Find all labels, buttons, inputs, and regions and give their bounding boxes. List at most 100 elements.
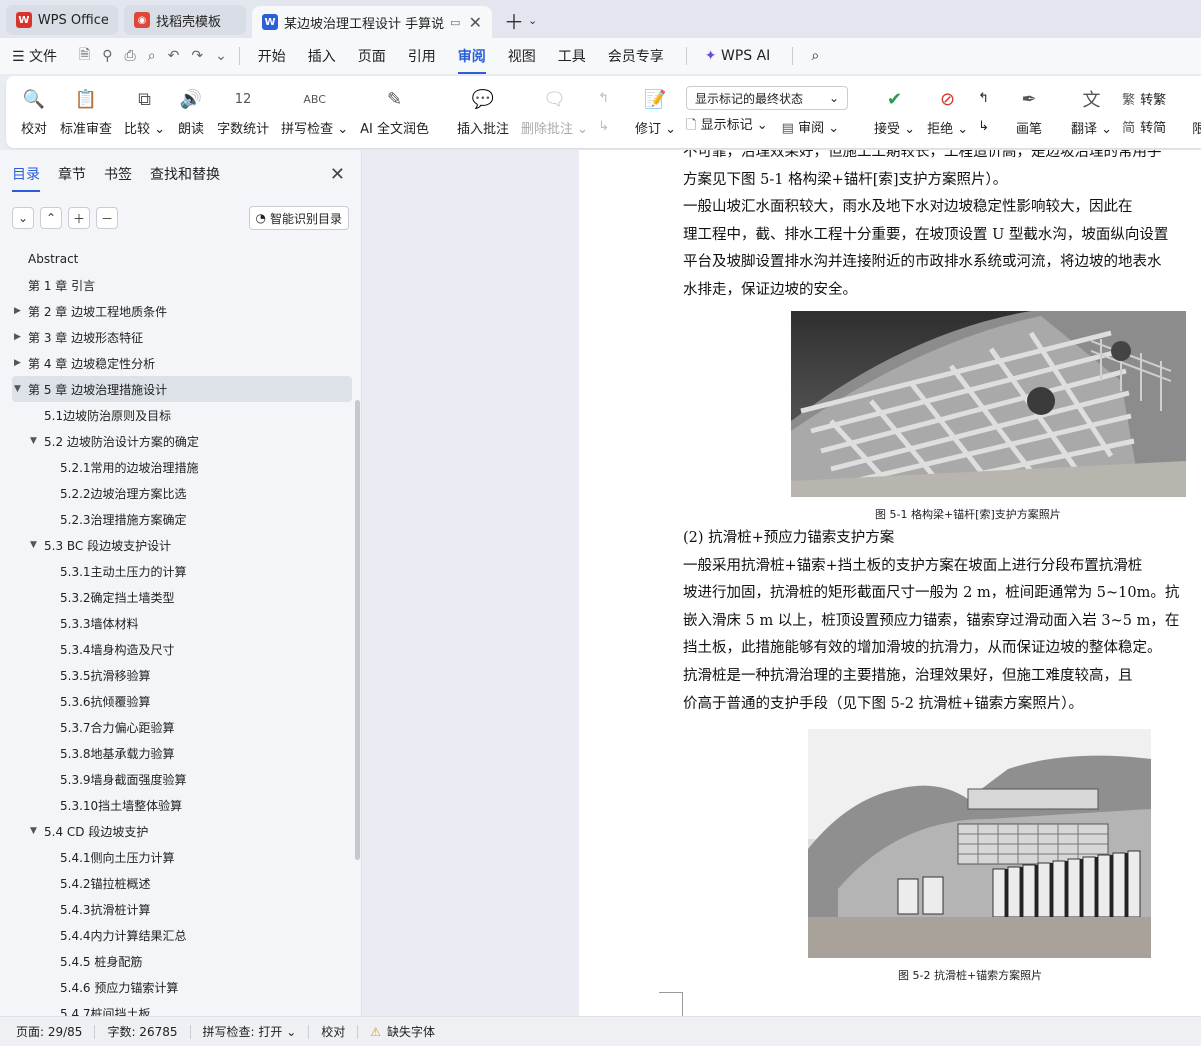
- figure-5-1-photo[interactable]: [791, 311, 1186, 497]
- word-count-indicator[interactable]: 字数: 26785: [107, 1023, 177, 1040]
- toc-item[interactable]: 5.2.1常用的边坡治理措施: [12, 454, 352, 480]
- ai-polish-button[interactable]: ✎ AI 全文润色: [354, 80, 435, 144]
- menu-reference[interactable]: 引用: [408, 46, 436, 66]
- word-count-button[interactable]: 12 字数统计: [211, 80, 275, 144]
- collapsed-arrow-icon[interactable]: ▶: [14, 332, 26, 342]
- new-tab-button[interactable]: ＋ ⌄: [498, 5, 543, 35]
- read-aloud-button[interactable]: 🔊 朗读: [171, 80, 211, 144]
- reject-button[interactable]: ⊘ 拒绝 ⌄: [921, 80, 974, 144]
- pen-button[interactable]: ✒ 画笔: [1009, 80, 1049, 144]
- toc-item[interactable]: 5.1边坡防治原则及目标: [12, 402, 352, 428]
- tab-document[interactable]: W 某边坡治理工程设计 手算说明 ▭ ✕: [252, 6, 492, 38]
- toc-item[interactable]: 5.3.9墙身截面强度验算: [12, 766, 352, 792]
- toc-item[interactable]: 5.4.6 预应力锚索计算: [12, 974, 352, 1000]
- toc-item[interactable]: 5.2.3治理措施方案确定: [12, 506, 352, 532]
- expanded-arrow-icon[interactable]: ▼: [30, 826, 42, 836]
- toc-item[interactable]: 5.3.5抗滑移验算: [12, 662, 352, 688]
- review-pane-button[interactable]: ▤ 审阅 ⌄: [782, 117, 839, 136]
- missing-font-indicator[interactable]: ⚠ 缺失字体: [370, 1023, 435, 1040]
- tab-wps-office[interactable]: W WPS Office: [6, 5, 118, 35]
- revise-button[interactable]: 📝 修订 ⌄: [629, 80, 682, 144]
- menu-review[interactable]: 审阅: [457, 46, 486, 74]
- toc-item[interactable]: 5.4.7桩间挡土板: [12, 1000, 352, 1017]
- redo-icon[interactable]: ↷: [191, 48, 203, 64]
- toc-item[interactable]: 5.4.1侧向土压力计算: [12, 844, 352, 870]
- translate-button[interactable]: 文翻译 ⌄: [1065, 80, 1118, 144]
- toc-item[interactable]: ▼ 5.2 边坡防治设计方案的确定: [12, 428, 352, 454]
- toc-item[interactable]: ▶ 第 2 章 边坡工程地质条件: [12, 298, 352, 324]
- add-heading-icon[interactable]: ＋: [68, 207, 90, 229]
- menu-member[interactable]: 会员专享: [608, 46, 664, 66]
- expanded-arrow-icon[interactable]: ▼: [30, 540, 42, 550]
- toc-item[interactable]: 5.3.7合力偏心距验算: [12, 714, 352, 740]
- print-preview-icon[interactable]: ⌕: [148, 48, 156, 64]
- next-comment-icon[interactable]: ↳: [598, 119, 609, 134]
- file-menu[interactable]: ☰ 文件: [12, 46, 57, 66]
- toc-item[interactable]: 5.3.1主动土压力的计算: [12, 558, 352, 584]
- remove-heading-icon[interactable]: －: [96, 207, 118, 229]
- expanded-arrow-icon[interactable]: ▼: [14, 384, 26, 394]
- more-icon[interactable]: ⌄: [215, 48, 227, 64]
- collapse-icon[interactable]: ⌄: [12, 207, 34, 229]
- toc-item[interactable]: 5.4.3抗滑桩计算: [12, 896, 352, 922]
- menu-view[interactable]: 视图: [508, 46, 536, 66]
- toc-item[interactable]: 5.3.8地基承载力验算: [12, 740, 352, 766]
- tab-find-replace[interactable]: 查找和替换: [150, 164, 220, 184]
- window-icon[interactable]: ▭: [450, 16, 460, 29]
- undo-icon[interactable]: ↶: [168, 48, 180, 64]
- expanded-arrow-icon[interactable]: ▼: [30, 436, 42, 446]
- toc-item[interactable]: ▼ 第 5 章 边坡治理措施设计: [12, 376, 352, 402]
- insert-comment-button[interactable]: 💬 插入批注: [451, 80, 515, 144]
- document-page[interactable]: 不可靠，治理效果好，但施工工期较长，工程造价高，是边坡治理的常用手 方案见下图 5…: [579, 150, 1201, 1016]
- figure-5-2-photo[interactable]: [808, 729, 1151, 958]
- proof-indicator[interactable]: 校对: [321, 1023, 345, 1040]
- close-panel-icon[interactable]: ✕: [330, 164, 345, 185]
- spell-check-button[interactable]: ABC 拼写检查 ⌄: [275, 80, 354, 144]
- toc-item[interactable]: 5.3.2确定挡土墙类型: [12, 584, 352, 610]
- toc-item[interactable]: 5.3.4墙身构造及尺寸: [12, 636, 352, 662]
- search-icon[interactable]: ⌕: [811, 48, 819, 64]
- std-review-button[interactable]: 📋 标准审查: [54, 80, 118, 144]
- share-icon[interactable]: ⚲: [102, 48, 112, 64]
- toc-item[interactable]: ▼ 5.3 BC 段边坡支护设计: [12, 532, 352, 558]
- page-indicator[interactable]: 页面: 29/85: [16, 1023, 82, 1040]
- menu-wps-ai[interactable]: ✦ WPS AI: [705, 48, 771, 64]
- to-traditional-button[interactable]: 繁转繁: [1122, 89, 1166, 108]
- expand-icon[interactable]: ⌃: [40, 207, 62, 229]
- toc-item[interactable]: 5.2.2边坡治理方案比选: [12, 480, 352, 506]
- show-markup-button[interactable]: 🗋 显示标记 ⌄: [686, 114, 768, 138]
- close-tab-icon[interactable]: ✕: [469, 13, 482, 32]
- prev-change-icon[interactable]: ↰: [978, 91, 989, 106]
- save-icon[interactable]: 🗎: [79, 44, 90, 68]
- print-icon[interactable]: ⎙: [125, 48, 136, 64]
- toc-item[interactable]: ▼ 5.4 CD 段边坡支护: [12, 818, 352, 844]
- toc-item[interactable]: 第 1 章 引言: [12, 272, 352, 298]
- tab-sections[interactable]: 章节: [58, 164, 86, 184]
- toc-item[interactable]: ▶ 第 4 章 边坡稳定性分析: [12, 350, 352, 376]
- accept-button[interactable]: ✔ 接受 ⌄: [868, 80, 921, 144]
- toc-item[interactable]: 5.3.10挡土墙整体验算: [12, 792, 352, 818]
- chevron-down-icon[interactable]: ⌄: [528, 14, 537, 27]
- tab-template[interactable]: ◉ 找稻壳模板: [124, 5, 246, 35]
- tab-bookmarks[interactable]: 书签: [104, 164, 132, 184]
- collapsed-arrow-icon[interactable]: ▶: [14, 306, 26, 316]
- markup-select[interactable]: 显示标记的最终状态 ⌄: [686, 86, 849, 110]
- collapsed-arrow-icon[interactable]: ▶: [14, 358, 26, 368]
- next-change-icon[interactable]: ↳: [978, 119, 989, 134]
- to-simplified-button[interactable]: 简转简: [1122, 117, 1166, 136]
- compare-button[interactable]: ⧉ 比较 ⌄: [118, 80, 171, 144]
- menu-page[interactable]: 页面: [358, 46, 386, 66]
- delete-comment-button[interactable]: 🗨 删除批注 ⌄: [515, 80, 594, 144]
- tab-toc[interactable]: 目录: [12, 164, 40, 192]
- toc-item[interactable]: Abstract: [12, 246, 352, 272]
- spell-check-indicator[interactable]: 拼写检查: 打开 ⌄: [203, 1023, 297, 1040]
- prev-comment-icon[interactable]: ↰: [598, 91, 609, 106]
- smart-toc-button[interactable]: ◔ 智能识别目录: [248, 206, 349, 230]
- menu-insert[interactable]: 插入: [308, 46, 336, 66]
- toc-item[interactable]: 5.3.3墙体材料: [12, 610, 352, 636]
- toc-item[interactable]: 5.4.4内力计算结果汇总: [12, 922, 352, 948]
- toc-item[interactable]: 5.3.6抗倾覆验算: [12, 688, 352, 714]
- menu-tools[interactable]: 工具: [558, 46, 586, 66]
- toc-scrollbar[interactable]: [355, 400, 360, 860]
- menu-start[interactable]: 开始: [258, 46, 286, 66]
